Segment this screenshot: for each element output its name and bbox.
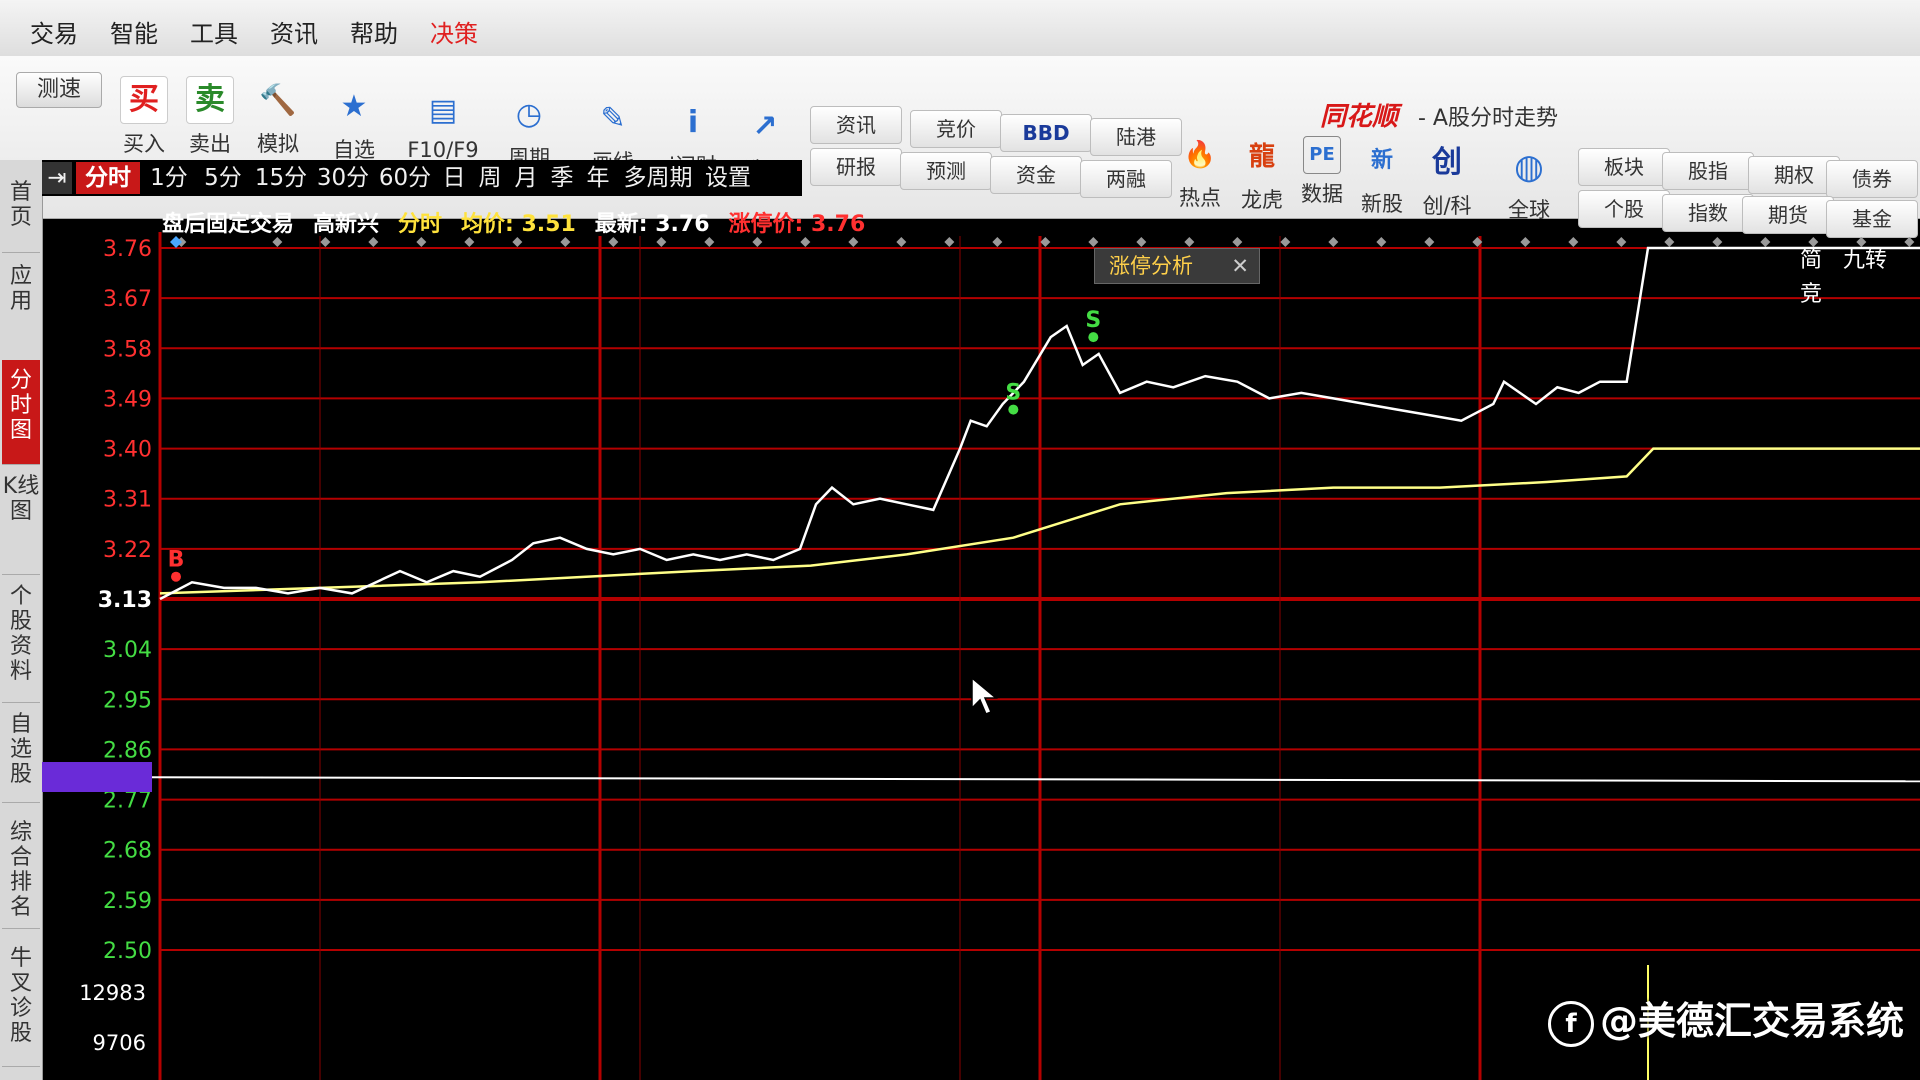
sell-point-dot [1088, 332, 1099, 343]
close-icon[interactable]: ✕ [1231, 249, 1249, 283]
y-axis-label: 3.22 [103, 538, 152, 563]
y-axis-label: 3.04 [103, 638, 152, 663]
auction-dot [1232, 237, 1243, 247]
y-axis-label: 3.13 [98, 588, 152, 613]
latest-price: 最新: 3.76 [594, 212, 710, 237]
y-axis-label: 3.31 [103, 488, 152, 513]
average-price: 均价: 3.51 [461, 212, 576, 237]
intraday-chart[interactable]: 3.76 3.67 3.58 3.49 3.40 3.31 3.22 3.13 3.04 2.95… [0, 0, 1920, 1080]
auction-dot [1424, 237, 1435, 247]
y-axis-label: 2.86 [103, 738, 152, 763]
volume-axis-label: 9706 [93, 1031, 146, 1055]
limit-up-analysis-label: 涨停分析 [1109, 254, 1193, 278]
price-marker-line [149, 776, 1920, 783]
y-axis-label: 2.50 [103, 939, 152, 964]
auction-dot [1568, 237, 1579, 247]
y-axis-label: 2.68 [103, 839, 152, 864]
limit-up-analysis-tab[interactable]: 涨停分析 ✕ [1094, 248, 1260, 284]
y-axis-label: 2.95 [103, 688, 152, 713]
auction-dot [1184, 237, 1195, 247]
sell-point-label: S [1085, 308, 1101, 333]
auction-dot [1040, 237, 1051, 247]
limit-up-price: 涨停价: 3.76 [728, 212, 866, 237]
tab-auction[interactable]: 竞 [1800, 282, 1822, 307]
auction-dot [1376, 237, 1387, 247]
auction-dot [1616, 237, 1627, 247]
watermark: f @美德汇交易系统 [1548, 990, 1904, 1047]
watermark-logo-icon: f [1548, 1000, 1594, 1047]
auction-dot [1760, 237, 1771, 247]
tab-nine-turn[interactable]: 九转 [1843, 248, 1887, 273]
auction-dot [896, 237, 907, 247]
auction-dot [1280, 237, 1291, 247]
buy-point-dot [171, 571, 181, 582]
auction-dot [1136, 237, 1147, 247]
auction-dot [1520, 237, 1531, 247]
right-mini-tabs: 简 九转 竞 [1800, 244, 1920, 307]
y-axis-label: 2.59 [103, 889, 152, 914]
app-brand: 同花顺 [1320, 102, 1399, 132]
sell-point-label: S [1005, 381, 1021, 406]
stock-name: 高新兴 [313, 212, 380, 237]
chart-mode-label: 分时 [398, 212, 443, 237]
trading-mode: 盘后固定交易 [162, 212, 295, 237]
sell-point-dot [1008, 404, 1019, 415]
window-title: - A股分时走势 [1418, 106, 1558, 131]
y-axis-label: 3.49 [103, 387, 152, 412]
mouse-cursor-icon [971, 676, 998, 715]
auction-dot [1712, 237, 1723, 247]
auction-dot [992, 237, 1003, 247]
y-axis-label: 2.77 [103, 789, 152, 814]
y-axis-label: 3.40 [103, 438, 152, 463]
buy-point-label: B [168, 548, 185, 573]
y-axis-label: 3.67 [103, 287, 152, 312]
auction-dot [1664, 237, 1675, 247]
chart-info-line: 盘后固定交易 高新兴 分时 均价: 3.51 最新: 3.76 涨停价: 3.7… [162, 208, 877, 242]
y-axis-label: 3.58 [103, 337, 152, 362]
y-axis-label: 3.76 [103, 237, 152, 262]
auction-dot [1328, 237, 1339, 247]
tab-simple[interactable]: 简 [1800, 248, 1822, 273]
price-marker [42, 762, 152, 793]
watermark-text: @美德汇交易系统 [1600, 999, 1905, 1043]
auction-dot [944, 237, 955, 247]
volume-axis-label: 12983 [79, 981, 146, 1005]
auction-dot [1088, 237, 1099, 247]
